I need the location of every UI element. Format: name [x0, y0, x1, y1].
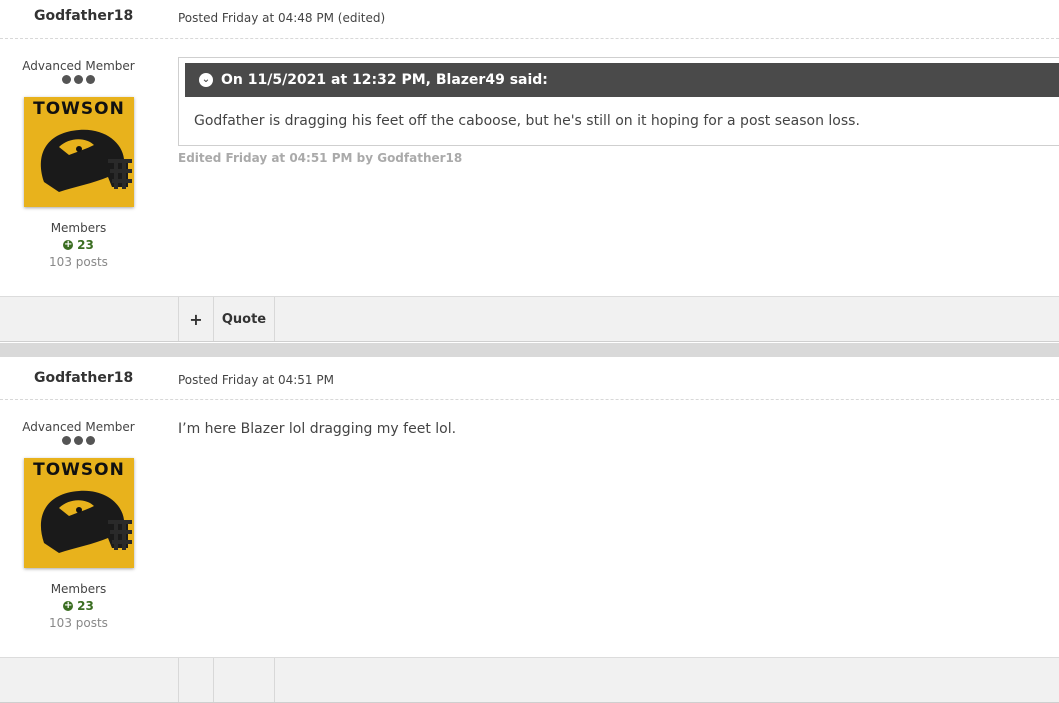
chevron-down-icon[interactable]: ⌄ — [199, 73, 213, 87]
quote-citation-text: On 11/5/2021 at 12:32 PM, Blazer49 said: — [221, 72, 548, 88]
plus-circle-icon: + — [63, 600, 74, 611]
quote-block: ⌄ On 11/5/2021 at 12:32 PM, Blazer49 sai… — [178, 57, 1059, 146]
quote-button[interactable] — [213, 658, 274, 702]
quote-button[interactable]: Quote — [213, 297, 274, 341]
quote-text: Godfather is dragging his feet off the c… — [194, 113, 860, 129]
post-header: Godfather18 Posted Friday at 04:51 PM — [0, 358, 1059, 400]
edited-note: Edited Friday at 04:51 PM by Godfather18 — [178, 151, 463, 165]
reputation-value: 23 — [77, 238, 94, 252]
post-text: I’m here Blazer lol dragging my feet lol… — [178, 421, 457, 437]
post-timestamp[interactable]: Posted Friday at 04:51 PM — [178, 373, 334, 387]
post-count: 103 posts — [49, 616, 108, 630]
avatar[interactable]: TOWSON — [24, 97, 134, 207]
post-content: ⌄ On 11/5/2021 at 12:32 PM, Blazer49 sai… — [178, 57, 1059, 165]
post-timestamp[interactable]: Posted Friday at 04:48 PM (edited) — [178, 11, 385, 25]
control-divider — [274, 658, 275, 702]
post-count: 103 posts — [49, 255, 108, 269]
post-controls: + Quote — [0, 296, 1059, 342]
reputation-badge[interactable]: + 23 — [0, 238, 157, 252]
multiquote-button[interactable] — [178, 658, 213, 702]
rank-pips — [0, 436, 157, 448]
reputation-value: 23 — [77, 599, 94, 613]
post-2: Godfather18 Posted Friday at 04:51 PM Ad… — [0, 358, 1059, 703]
post-controls — [0, 657, 1059, 703]
member-group: Members — [50, 221, 107, 235]
member-title: Advanced Member — [22, 59, 135, 73]
rank-pips — [0, 75, 157, 87]
reputation-badge[interactable]: + 23 — [0, 599, 157, 613]
post-header: Godfather18 Posted Friday at 04:48 PM (e… — [0, 0, 1059, 39]
avatar-text: TOWSON — [33, 99, 125, 119]
plus-circle-icon: + — [63, 239, 74, 250]
author-name-link[interactable]: Godfather18 — [34, 8, 133, 24]
post-1: Godfather18 Posted Friday at 04:48 PM (e… — [0, 0, 1059, 342]
member-title: Advanced Member — [22, 420, 135, 434]
control-divider — [274, 297, 275, 341]
post-content: I’m here Blazer lol dragging my feet lol… — [178, 400, 1059, 437]
avatar-text: TOWSON — [33, 460, 125, 480]
author-pane: Advanced Member TOWSON Members + 23 103 … — [0, 400, 157, 630]
post-separator — [0, 343, 1059, 357]
avatar[interactable]: TOWSON — [24, 458, 134, 568]
multiquote-button[interactable]: + — [178, 297, 213, 341]
author-name-link[interactable]: Godfather18 — [34, 370, 133, 386]
quote-citation[interactable]: ⌄ On 11/5/2021 at 12:32 PM, Blazer49 sai… — [185, 63, 1059, 97]
author-pane: Advanced Member TOWSON Members + 23 103 … — [0, 39, 157, 269]
member-group: Members — [50, 582, 107, 596]
